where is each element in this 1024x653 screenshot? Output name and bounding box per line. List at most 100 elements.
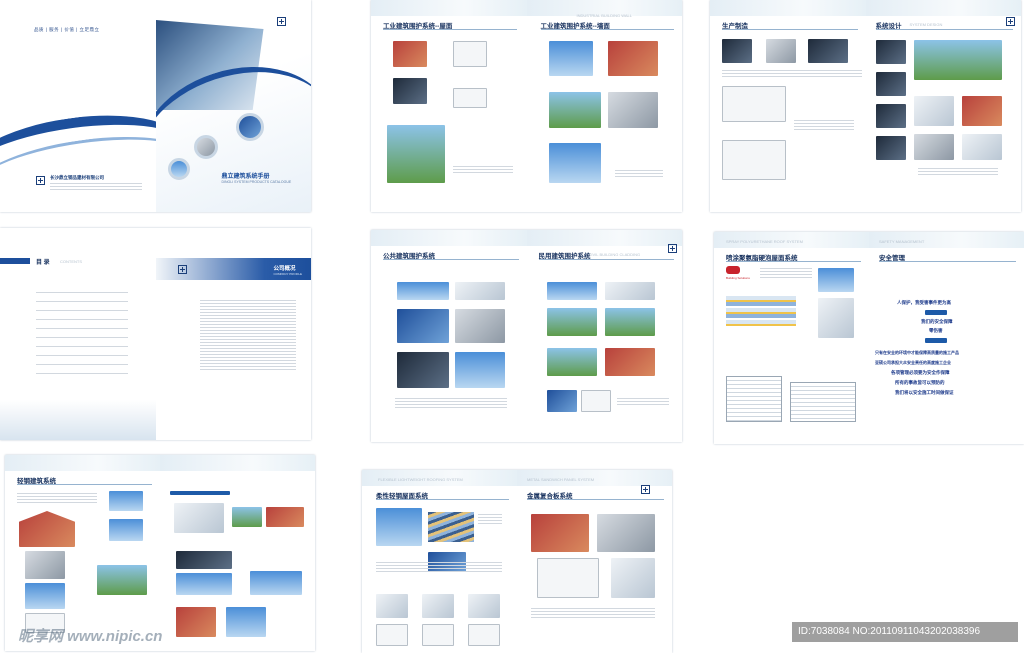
photo-civil-1 [546, 282, 597, 300]
photo-civil-4 [604, 308, 655, 336]
page-production: 生产制造 [710, 0, 867, 212]
section-bar [170, 491, 230, 495]
profile-text [199, 300, 296, 372]
cover-title: 鼎立建筑系统手册 [221, 174, 270, 180]
photo-dome [376, 508, 422, 546]
spray-table-2 [790, 382, 856, 422]
profile-title: 公司概况 [273, 266, 296, 272]
flexible-layers [428, 512, 474, 542]
photo-public-2 [455, 282, 505, 300]
page-light-steel-left: 轻钢建筑系统 [5, 455, 161, 651]
render-9 [961, 134, 1002, 160]
render-3 [875, 72, 906, 96]
photo-flexible-4 [468, 594, 500, 618]
photo-civil-7 [546, 390, 577, 412]
photo-steel-3 [25, 551, 65, 579]
spread-flexible-metal: FLEXIBLE LIGHTWEIGHT ROOFING SYSTEM 柔性轻钢… [362, 470, 672, 653]
page-header-band [865, 0, 1021, 16]
spread-public-civil: 公共建筑围护系统 民用建筑围护系统 CIVIL BUILDING CLADDIN… [371, 230, 682, 442]
photo-wall-1 [548, 41, 593, 76]
photo-metal-panel-3 [611, 558, 655, 598]
photo-steel-2 [109, 519, 143, 541]
profile-logo-icon [177, 265, 187, 274]
photo-metal-panel-1 [531, 514, 589, 552]
photo-civil-2 [604, 282, 655, 300]
title-rule [726, 261, 861, 262]
render-5 [913, 96, 954, 126]
watermark-left: 昵享网 www.nipic.cn [18, 628, 163, 645]
photo-roof-panel [393, 78, 427, 104]
company-logo-icon [36, 176, 45, 185]
page-civil: 民用建筑围护系统 CIVIL BUILDING CLADDING [526, 230, 682, 442]
title-en: CIVIL BUILDING CLADDING [588, 252, 641, 257]
design-notes [917, 168, 998, 177]
spread-cover: 品质 | 服务 | 价值 | 立足鼎立 长沙鼎立钢品建材有限公司 鼎立建筑系统手… [0, 0, 311, 212]
photo-machine-2 [766, 39, 796, 63]
title-rule [383, 29, 517, 30]
brand-text: Building Solutions [726, 276, 750, 280]
production-text [722, 70, 862, 79]
photo-flexible-3 [422, 594, 454, 618]
cover-subtitle: DINGLI SYSTEM PRODUCTS CATALOGUE [221, 180, 292, 184]
photo-public-4 [455, 309, 505, 343]
safety-slogan-1: 人保护，我受害事件更为高 [897, 300, 951, 305]
page-logo-icon [641, 485, 650, 494]
safety-slogan-5: 亚硕公司承担大众安全责任的高度施工企业 [875, 360, 951, 365]
photo-roof-red [393, 41, 427, 67]
model-steel-shed [97, 565, 147, 595]
detail-flexible-1 [376, 624, 408, 646]
safety-slogan-3: 零伤害 [929, 328, 943, 333]
light-steel-intro [17, 493, 97, 505]
detail-flexible-3 [468, 624, 500, 646]
flexible-text [376, 562, 502, 574]
safety-slogan-6: 各项管理必须要为安全作保障 [891, 370, 950, 375]
photo-public-5 [397, 352, 449, 388]
page-profile: 公司概况 COMPANY PROFILE [155, 228, 311, 440]
diagram-process-2 [722, 140, 786, 180]
cover-back-page: 品质 | 服务 | 价值 | 立足鼎立 长沙鼎立钢品建材有限公司 [0, 0, 157, 212]
cover-logo-icon [276, 17, 286, 26]
photo-machine-1 [722, 39, 752, 63]
title-rule [376, 499, 509, 500]
photo-steel-4 [25, 583, 65, 609]
photo-metal-panel-2 [597, 514, 655, 552]
render-7 [875, 136, 906, 160]
public-notes [395, 398, 507, 410]
spread-production: 生产制造 系统设计 SYSTEM DESIGN [710, 0, 1021, 212]
civil-notes [616, 398, 669, 407]
page-header-band [371, 230, 527, 246]
photo-wall-3 [548, 92, 601, 128]
company-address-lines [50, 183, 142, 192]
render-2 [913, 40, 1002, 80]
photo-public-3 [397, 309, 449, 343]
cover-front-page: 鼎立建筑系统手册 DINGLI SYSTEM PRODUCTS CATALOGU… [155, 0, 311, 212]
page-header-band [371, 0, 527, 16]
title-en: FLEXIBLE LIGHTWEIGHT ROOFING SYSTEM [378, 477, 463, 482]
page-header-band [160, 455, 315, 471]
toc-title-en: CONTENTS [60, 259, 82, 264]
page-wall: INDUSTRIAL BUILDING WALL 工业建筑围护系统--墙面 [526, 0, 682, 212]
title-rule [879, 261, 1016, 262]
watermark-right: ID:7038084 NO:20110911043202038396 [798, 626, 981, 637]
title-rule [527, 499, 664, 500]
title-en: INDUSTRIAL BUILDING WALL [576, 13, 633, 18]
photo-civil-3 [546, 308, 597, 336]
page-safety: SAFETY MANAGEMENT 安全管理 人保护，我受害事件更为高 我们的安… [869, 232, 1024, 444]
profile-title-en: COMPANY PROFILE [273, 272, 303, 276]
page-public: 公共建筑围护系统 [371, 230, 528, 442]
title-rule [538, 259, 674, 260]
photo-public-6 [455, 352, 505, 388]
title-rule [540, 29, 674, 30]
render-4 [875, 104, 906, 128]
production-notes [794, 120, 854, 132]
model-steel-frame [19, 511, 75, 547]
photo-steel-10 [176, 607, 216, 637]
diagram-process-1 [722, 86, 786, 122]
title-rule [383, 259, 519, 260]
diagram-metal-panel [537, 558, 599, 598]
toc-decor [0, 400, 156, 440]
detail-flexible-2 [422, 624, 454, 646]
cover-tagline: 品质 | 服务 | 价值 | 立足鼎立 [34, 27, 100, 32]
wall-notes [614, 170, 663, 179]
safety-slogan-7: 所有的事故皆可以预防的 [895, 380, 945, 385]
